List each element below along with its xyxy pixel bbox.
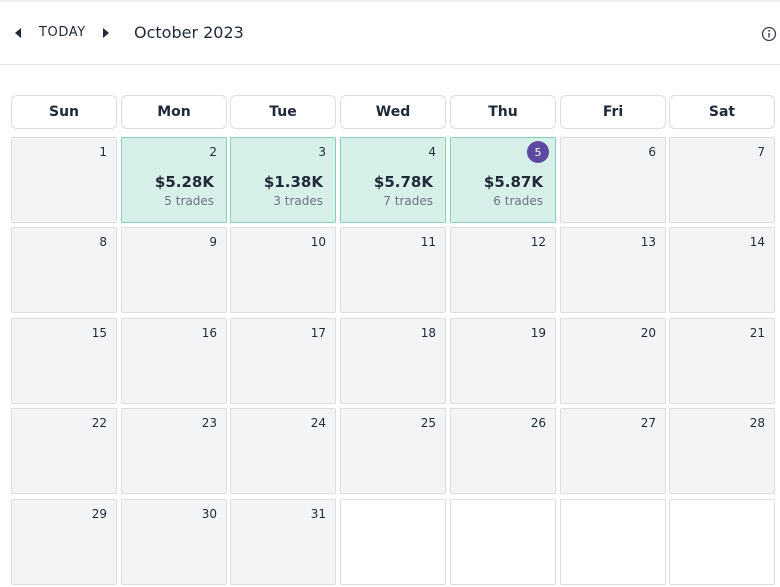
day-number: 22 bbox=[91, 416, 107, 430]
daily-pnl: $5.87K bbox=[483, 173, 543, 191]
weekday-header-thu: Thu bbox=[450, 95, 556, 129]
day-cell-22[interactable]: 22 bbox=[11, 408, 117, 494]
chevron-right-icon[interactable] bbox=[99, 26, 113, 40]
day-cell-3[interactable]: 3 $1.38K 3 trades bbox=[230, 137, 336, 223]
weekday-header-tue: Tue bbox=[230, 95, 336, 129]
empty-day-cell bbox=[560, 499, 666, 585]
day-number: 16 bbox=[201, 326, 217, 340]
trade-count: 6 trades bbox=[493, 194, 543, 208]
trade-count: 5 trades bbox=[164, 194, 214, 208]
day-cell-19[interactable]: 19 bbox=[450, 318, 556, 404]
day-number: 25 bbox=[420, 416, 436, 430]
day-number: 30 bbox=[201, 507, 217, 521]
day-number: 12 bbox=[530, 235, 546, 249]
day-cell-5[interactable]: 5 $5.87K 6 trades bbox=[450, 137, 556, 223]
day-number: 27 bbox=[640, 416, 656, 430]
weekday-header-fri: Fri bbox=[560, 95, 666, 129]
day-number: 2 bbox=[209, 145, 217, 159]
today-day-badge: 5 bbox=[527, 141, 549, 163]
day-cell-20[interactable]: 20 bbox=[560, 318, 666, 404]
day-cell-18[interactable]: 18 bbox=[340, 318, 446, 404]
day-cell-2[interactable]: 2 $5.28K 5 trades bbox=[121, 137, 227, 223]
day-cell-15[interactable]: 15 bbox=[11, 318, 117, 404]
day-cell-6[interactable]: 6 bbox=[560, 137, 666, 223]
info-icon[interactable] bbox=[761, 26, 777, 42]
day-cell-17[interactable]: 17 bbox=[230, 318, 336, 404]
day-number: 28 bbox=[749, 416, 765, 430]
day-cell-29[interactable]: 29 bbox=[11, 499, 117, 585]
day-cell-23[interactable]: 23 bbox=[121, 408, 227, 494]
day-number: 10 bbox=[310, 235, 326, 249]
day-cell-21[interactable]: 21 bbox=[669, 318, 775, 404]
day-number: 19 bbox=[530, 326, 546, 340]
day-number: 6 bbox=[648, 145, 656, 159]
day-number: 17 bbox=[310, 326, 326, 340]
today-button[interactable]: TODAY bbox=[39, 25, 86, 40]
day-cell-26[interactable]: 26 bbox=[450, 408, 556, 494]
day-number: 1 bbox=[99, 145, 107, 159]
calendar-toolbar: TODAY October 2023 bbox=[0, 2, 780, 65]
day-number: 14 bbox=[749, 235, 765, 249]
day-number: 8 bbox=[99, 235, 107, 249]
trade-count: 7 trades bbox=[383, 194, 433, 208]
day-number: 7 bbox=[757, 145, 765, 159]
day-cell-12[interactable]: 12 bbox=[450, 227, 556, 313]
day-cell-9[interactable]: 9 bbox=[121, 227, 227, 313]
day-cell-24[interactable]: 24 bbox=[230, 408, 336, 494]
empty-day-cell bbox=[669, 499, 775, 585]
day-cell-4[interactable]: 4 $5.78K 7 trades bbox=[340, 137, 446, 223]
day-number: 26 bbox=[530, 416, 546, 430]
day-number: 9 bbox=[209, 235, 217, 249]
day-cell-30[interactable]: 30 bbox=[121, 499, 227, 585]
day-number: 4 bbox=[428, 145, 436, 159]
daily-pnl: $1.38K bbox=[263, 173, 323, 191]
day-cell-16[interactable]: 16 bbox=[121, 318, 227, 404]
day-number: 29 bbox=[91, 507, 107, 521]
weekday-header-sat: Sat bbox=[669, 95, 775, 129]
daily-pnl: $5.78K bbox=[373, 173, 433, 191]
day-number: 31 bbox=[310, 507, 326, 521]
empty-day-cell bbox=[340, 499, 446, 585]
day-number: 23 bbox=[201, 416, 217, 430]
empty-day-cell bbox=[450, 499, 556, 585]
chevron-left-icon[interactable] bbox=[11, 26, 25, 40]
day-cell-10[interactable]: 10 bbox=[230, 227, 336, 313]
day-number: 13 bbox=[640, 235, 656, 249]
day-number: 18 bbox=[420, 326, 436, 340]
daily-pnl: $5.28K bbox=[154, 173, 214, 191]
day-cell-25[interactable]: 25 bbox=[340, 408, 446, 494]
day-number: 15 bbox=[91, 326, 107, 340]
day-cell-14[interactable]: 14 bbox=[669, 227, 775, 313]
weekday-header-sun: Sun bbox=[11, 95, 117, 129]
day-number: 20 bbox=[640, 326, 656, 340]
day-number: 24 bbox=[310, 416, 326, 430]
day-cell-1[interactable]: 1 bbox=[11, 137, 117, 223]
day-cell-28[interactable]: 28 bbox=[669, 408, 775, 494]
day-cell-11[interactable]: 11 bbox=[340, 227, 446, 313]
day-cell-13[interactable]: 13 bbox=[560, 227, 666, 313]
day-cell-27[interactable]: 27 bbox=[560, 408, 666, 494]
day-cell-31[interactable]: 31 bbox=[230, 499, 336, 585]
month-title: October 2023 bbox=[134, 23, 244, 42]
day-cell-8[interactable]: 8 bbox=[11, 227, 117, 313]
weekday-header-mon: Mon bbox=[121, 95, 227, 129]
day-number: 21 bbox=[749, 326, 765, 340]
day-number: 11 bbox=[420, 235, 436, 249]
weekday-header-wed: Wed bbox=[340, 95, 446, 129]
trade-count: 3 trades bbox=[273, 194, 323, 208]
day-number: 3 bbox=[318, 145, 326, 159]
day-cell-7[interactable]: 7 bbox=[669, 137, 775, 223]
